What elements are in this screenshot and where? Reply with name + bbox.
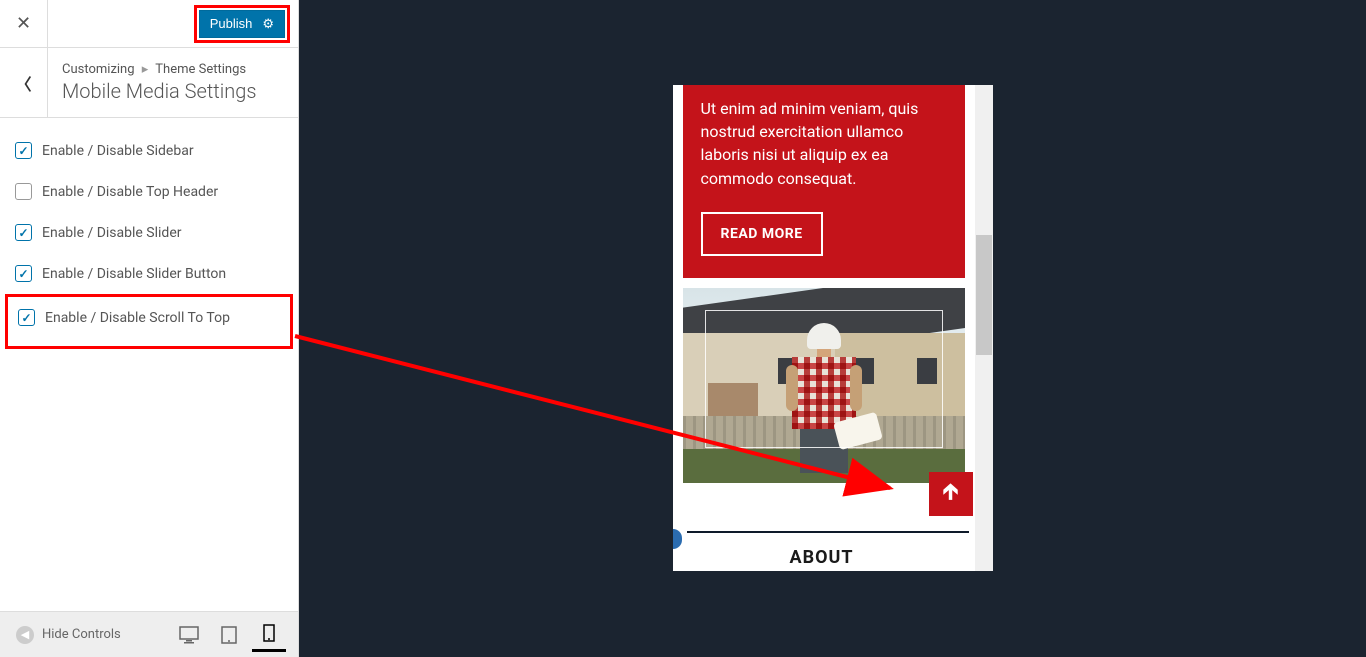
control-enable-scroll-to-top[interactable]: ✓ Enable / Disable Scroll To Top [8,301,290,334]
gear-icon: ⚙ [262,16,274,32]
card-text: Ut enim ad minim veniam, quis nostrud ex… [701,97,947,190]
breadcrumb-separator-icon: ▸ [142,62,149,77]
about-heading: ABOUT [673,547,971,568]
control-label: Enable / Disable Sidebar [42,143,194,159]
mobile-preview-button[interactable] [252,618,286,652]
scroll-to-top-button[interactable]: 🡱 [929,472,973,516]
checkbox-icon[interactable]: ✓ [15,265,32,282]
control-label: Enable / Disable Slider Button [42,266,226,282]
controls-list: ✓ Enable / Disable Sidebar Enable / Disa… [0,118,298,361]
content-image [683,288,965,483]
control-enable-slider[interactable]: ✓ Enable / Disable Slider [0,212,298,253]
mobile-icon [263,624,275,642]
checkbox-icon[interactable]: ✓ [18,309,35,326]
back-button[interactable]: 〈 [0,48,48,117]
publish-highlight-annotation: Publish ⚙ [194,5,290,43]
checkbox-icon[interactable]: ✓ [15,224,32,241]
preview-scrollbar[interactable] [975,85,993,571]
section-header: 〈 Customizing ▸ Theme Settings Mobile Me… [0,48,298,118]
control-label: Enable / Disable Slider [42,225,182,241]
breadcrumb-leaf: Theme Settings [155,62,246,77]
breadcrumb-root: Customizing [62,62,135,77]
customizer-sidebar: ✕ Publish ⚙ 〈 Customizing ▸ Theme Settin… [0,0,299,657]
close-customizer-button[interactable]: ✕ [0,0,48,48]
collapse-icon: ◀ [16,626,34,644]
scrollbar-thumb[interactable] [976,235,992,355]
read-more-label: READ MORE [721,226,803,242]
mobile-preview-frame: Ut enim ad minim veniam, quis nostrud ex… [673,85,993,571]
desktop-icon [179,626,199,644]
breadcrumb: Customizing ▸ Theme Settings [62,62,284,77]
section-title: Mobile Media Settings [62,79,284,103]
divider [687,531,969,533]
content-card: Ut enim ad minim veniam, quis nostrud ex… [683,85,965,278]
control-label: Enable / Disable Top Header [42,184,218,200]
hide-controls-label: Hide Controls [42,627,121,642]
control-enable-top-header[interactable]: Enable / Disable Top Header [0,171,298,212]
scroll-to-top-highlight-annotation: ✓ Enable / Disable Scroll To Top [5,294,293,349]
publish-button[interactable]: Publish ⚙ [199,10,285,38]
sidebar-header: ✕ Publish ⚙ [0,0,298,48]
publish-label: Publish [210,16,253,31]
checkbox-icon[interactable]: ✓ [15,142,32,159]
section-title-wrap: Customizing ▸ Theme Settings Mobile Medi… [48,48,298,117]
control-label: Enable / Disable Scroll To Top [45,310,230,326]
checkbox-icon[interactable] [15,183,32,200]
control-enable-slider-button[interactable]: ✓ Enable / Disable Slider Button [0,253,298,294]
device-preview-toggle [172,618,286,652]
tablet-icon [221,626,237,644]
arrow-up-icon: 🡱 [943,475,959,513]
tablet-preview-button[interactable] [212,618,246,652]
preview-area: Ut enim ad minim veniam, quis nostrud ex… [299,0,1366,657]
control-enable-sidebar[interactable]: ✓ Enable / Disable Sidebar [0,130,298,171]
desktop-preview-button[interactable] [172,618,206,652]
hide-controls-button[interactable]: ◀ Hide Controls [16,626,121,644]
sidebar-footer: ◀ Hide Controls [0,611,298,657]
chevron-left-icon: 〈 [15,71,31,95]
close-icon: ✕ [16,13,31,34]
read-more-button[interactable]: READ MORE [701,212,823,256]
